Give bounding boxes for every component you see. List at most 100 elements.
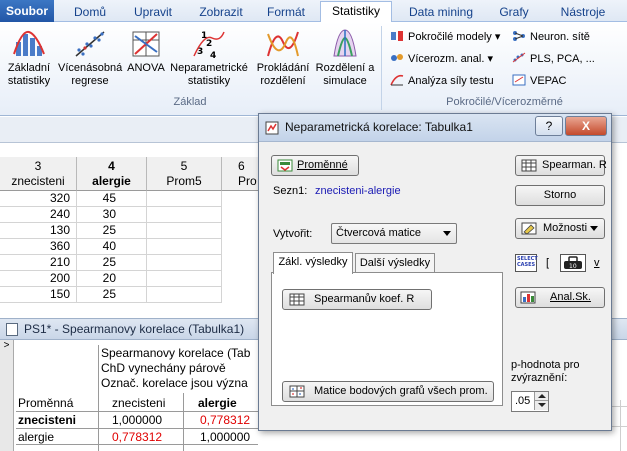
nonparametric-statistics-button[interactable]: 1 2 3 4 Neparametrické statistiky bbox=[168, 28, 250, 88]
basic-statistics-button[interactable]: Základní statistiky bbox=[2, 28, 56, 88]
table-cell[interactable]: 200 bbox=[0, 271, 77, 287]
table-cell[interactable] bbox=[147, 287, 222, 303]
results-row-name[interactable]: alergie bbox=[18, 430, 54, 445]
workbook-document-icon bbox=[6, 323, 18, 336]
group-label-pokrocile: Pokročilé/Vícerozměrné bbox=[446, 96, 563, 108]
table-cell[interactable] bbox=[147, 223, 222, 239]
column-header[interactable]: 4 alergie bbox=[77, 157, 147, 191]
tab-grafy[interactable]: Grafy bbox=[490, 3, 538, 22]
table-cell[interactable]: 320 bbox=[0, 191, 77, 207]
tab-more-results[interactable]: Další výsledky bbox=[355, 253, 435, 274]
spearman-coefficient-button[interactable]: Spearmanův koef. R bbox=[282, 289, 432, 310]
tab-data-mining[interactable]: Data mining bbox=[400, 3, 482, 22]
table-cell[interactable]: 240 bbox=[0, 207, 77, 223]
distributions-simulation-button[interactable]: Rozdělení a simulace bbox=[314, 28, 376, 88]
power-analysis-button[interactable]: Analýza síly testu bbox=[390, 74, 494, 88]
column-name: alergie bbox=[92, 174, 131, 188]
results-row-name[interactable]: znecisteni bbox=[18, 413, 76, 428]
advanced-models-button[interactable]: Pokročilé modely ▾ bbox=[390, 30, 500, 44]
options-button[interactable]: Možnosti bbox=[515, 218, 605, 239]
table-cell[interactable]: 40 bbox=[77, 239, 147, 255]
results-header-line: Spearmanovy korelace (Tab bbox=[101, 346, 251, 360]
pls-pca-button[interactable]: PLS, PCA, ... bbox=[512, 52, 595, 66]
tab-zobrazit[interactable]: Zobrazit bbox=[190, 3, 252, 22]
table-cell[interactable]: 25 bbox=[77, 255, 147, 271]
results-row-divider bbox=[16, 411, 258, 412]
dialog-titlebar[interactable]: Neparametrická korelace: Tabulka1 ? X bbox=[259, 114, 611, 142]
basic-statistics-label-2: statistiky bbox=[7, 75, 51, 87]
anova-button[interactable]: ANOVA bbox=[124, 28, 168, 75]
weight-button[interactable]: 10 bbox=[560, 254, 586, 272]
table-cell[interactable]: 45 bbox=[77, 191, 147, 207]
distribution-fitting-label-1: Prokládání bbox=[256, 62, 310, 74]
neural-networks-label: Neuron. sítě bbox=[530, 31, 590, 43]
table-cell[interactable] bbox=[147, 207, 222, 223]
variables-icon bbox=[277, 159, 293, 172]
table-cell[interactable] bbox=[147, 271, 222, 287]
simulation-label-2: simulace bbox=[323, 75, 367, 87]
distribution-fitting-button[interactable]: Prokládání rozdělení bbox=[252, 28, 314, 88]
table-cell[interactable]: 20 bbox=[77, 271, 147, 287]
table-cell[interactable] bbox=[147, 239, 222, 255]
tab-upravit[interactable]: Upravit bbox=[124, 3, 182, 22]
close-button[interactable]: X bbox=[565, 116, 607, 136]
spearman-r-button[interactable]: Spearman. R bbox=[515, 155, 607, 176]
tab-domu[interactable]: Domů bbox=[60, 3, 120, 22]
neural-networks-button[interactable]: Neuron. sítě bbox=[512, 30, 590, 44]
column-header[interactable]: 5 Prom5 bbox=[147, 157, 222, 191]
tab-nastroje[interactable]: Nástroje bbox=[548, 3, 618, 22]
multivariate-analysis-button[interactable]: Vícerozm. anal. ▾ bbox=[390, 52, 493, 66]
anova-label: ANOVA bbox=[127, 62, 165, 74]
cancel-button[interactable]: Storno bbox=[515, 185, 605, 206]
tab-soubor[interactable]: Soubor bbox=[0, 0, 54, 22]
grid-line bbox=[620, 400, 621, 451]
multiple-regression-button[interactable]: Vícenásobná regrese bbox=[58, 28, 122, 88]
svg-text:4: 4 bbox=[210, 51, 216, 60]
results-column-divider bbox=[183, 393, 184, 451]
table-cell[interactable] bbox=[147, 191, 222, 207]
correlation-value[interactable]: 0,778312 bbox=[112, 430, 162, 445]
data-sheet: 3 znecisteni 4 alergie 5 Prom5 6 Pro 320… bbox=[0, 157, 265, 312]
nonparametric-label-2: statistiky bbox=[187, 75, 231, 87]
tab-format[interactable]: Formát bbox=[258, 3, 314, 22]
table-icon bbox=[521, 159, 537, 172]
tab-basic-results[interactable]: Zákl. výsledky bbox=[273, 252, 353, 274]
p-value-input[interactable]: .05 bbox=[515, 395, 530, 407]
table-cell[interactable] bbox=[147, 255, 222, 271]
table-cell[interactable]: 25 bbox=[77, 223, 147, 239]
pls-pca-label: PLS, PCA, ... bbox=[530, 53, 595, 65]
correlation-value[interactable]: 1,000000 bbox=[200, 430, 250, 445]
column-name: Prom5 bbox=[166, 174, 202, 188]
scatterplot-matrix-button[interactable]: Matice bodových grafů všech prom. bbox=[282, 381, 494, 402]
anova-icon bbox=[132, 31, 160, 57]
spin-up-icon[interactable] bbox=[534, 392, 548, 401]
group-label-zaklad: Základ bbox=[173, 96, 207, 108]
analysis-groups-button[interactable]: Anal.Sk. bbox=[515, 287, 605, 308]
variables-button[interactable]: Proměnné bbox=[271, 155, 359, 176]
vepac-label: VEPAC bbox=[530, 75, 567, 87]
dialog-title: Neparametrická korelace: Tabulka1 bbox=[285, 120, 473, 134]
spin-down-icon[interactable] bbox=[534, 401, 548, 410]
correlation-value[interactable]: 1,000000 bbox=[112, 413, 162, 428]
svg-text:10: 10 bbox=[569, 263, 577, 270]
weight-indicator: v bbox=[594, 257, 600, 269]
ribbon-tab-bar: Soubor Domů Upravit Zobrazit Formát Stat… bbox=[0, 0, 627, 23]
column-header[interactable]: 3 znecisteni bbox=[0, 157, 77, 191]
workbook-tree-marker[interactable]: > bbox=[0, 340, 14, 451]
table-cell[interactable]: 360 bbox=[0, 239, 77, 255]
create-select[interactable]: Čtvercová matice bbox=[331, 223, 457, 244]
table-cell[interactable]: 150 bbox=[0, 287, 77, 303]
simulation-icon bbox=[333, 29, 357, 57]
p-value-stepper[interactable]: .05 bbox=[511, 391, 549, 412]
table-cell[interactable]: 30 bbox=[77, 207, 147, 223]
table-cell[interactable]: 25 bbox=[77, 287, 147, 303]
vepac-button[interactable]: VEPAC bbox=[512, 74, 566, 88]
help-button[interactable]: ? bbox=[535, 116, 563, 136]
table-cell[interactable]: 130 bbox=[0, 223, 77, 239]
correlation-value[interactable]: 0,778312 bbox=[200, 413, 250, 428]
table-cell[interactable]: 210 bbox=[0, 255, 77, 271]
tab-statistiky[interactable]: Statistiky bbox=[320, 1, 392, 23]
chevron-down-icon bbox=[443, 231, 451, 236]
select-cases-button[interactable]: SELECT CASES bbox=[515, 254, 538, 272]
variables-button-label: Proměnné bbox=[297, 159, 348, 171]
